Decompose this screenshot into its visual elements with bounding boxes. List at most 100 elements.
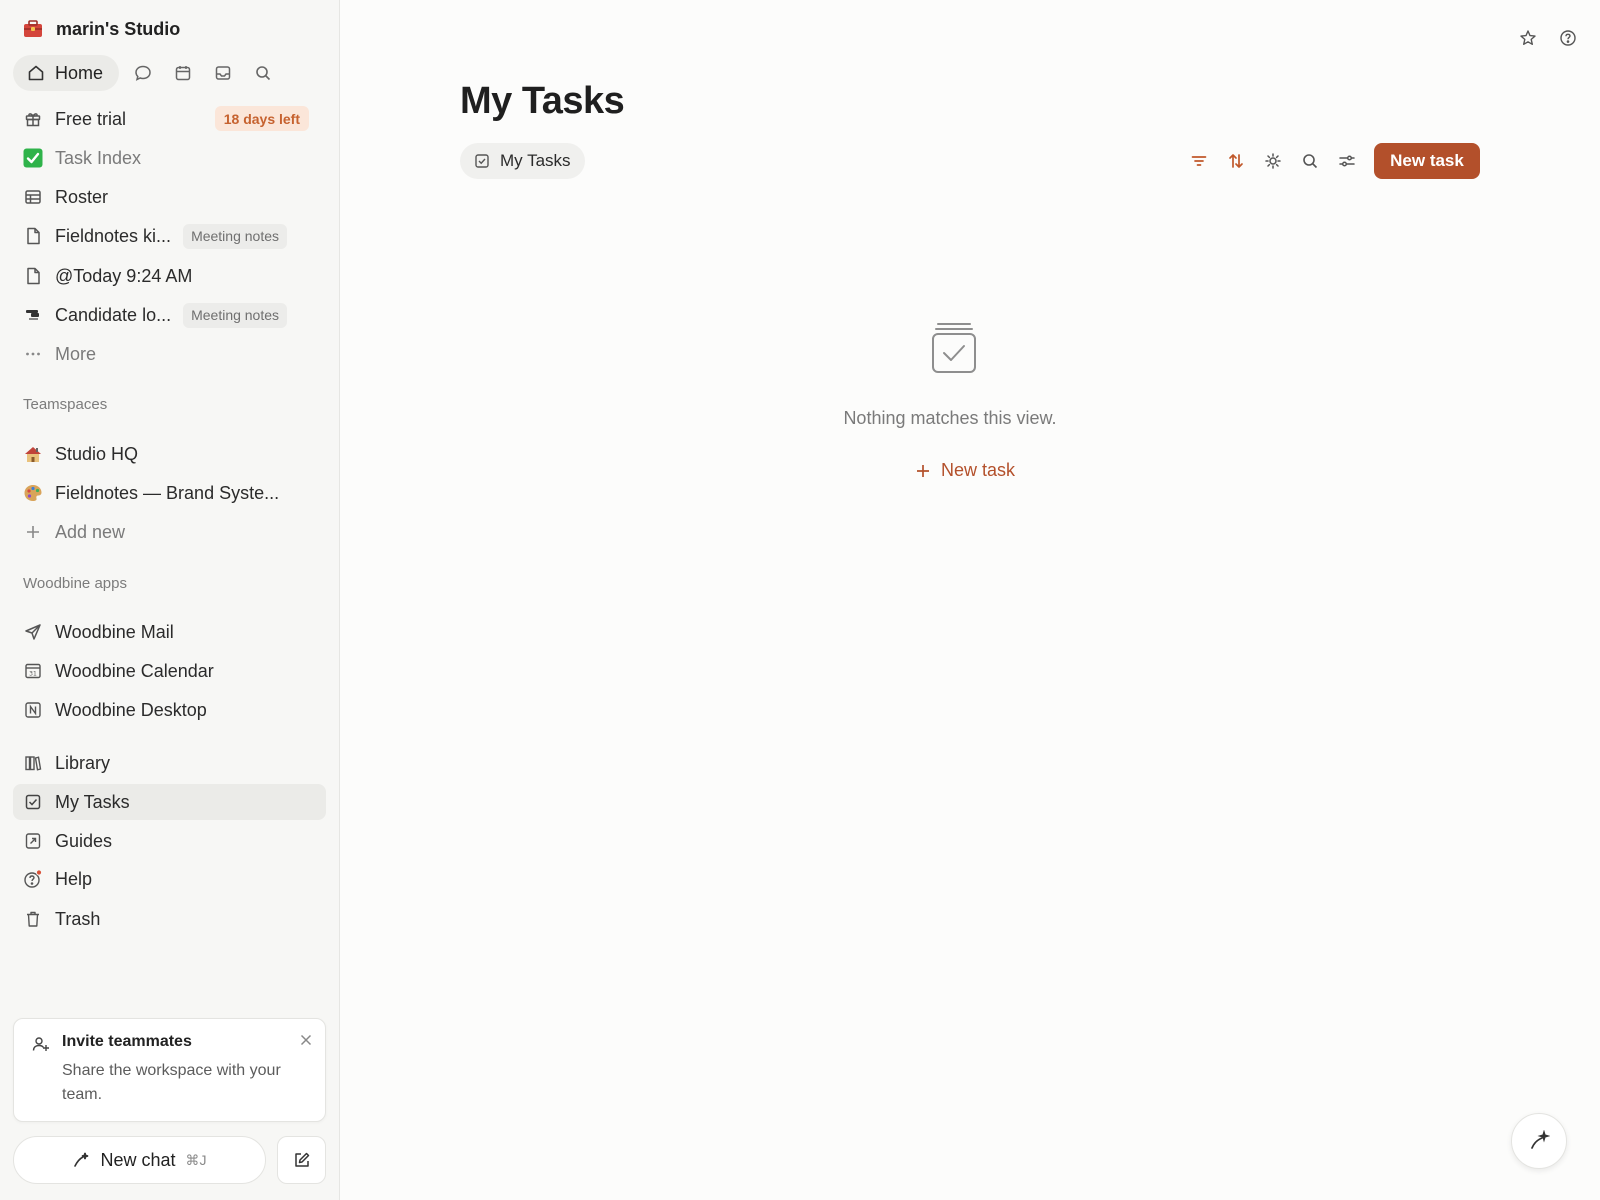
send-icon [23,622,43,642]
new-task-button[interactable]: New task [1374,143,1480,179]
home-button[interactable]: Home [13,55,120,91]
sidebar-item-label: Trash [55,908,101,929]
sidebar-item-woodbine-calendar[interactable]: 31 Woodbine Calendar [13,653,326,689]
search-icon[interactable] [1297,148,1323,174]
filter-icon[interactable] [1186,148,1212,174]
sidebar-item-label: Woodbine Mail [55,621,174,642]
calendar-icon[interactable] [167,57,199,89]
sidebar-item-label: Task Index [55,147,142,168]
woodbine-apps-heading: Woodbine apps [23,575,127,592]
inbox-icon[interactable] [207,57,239,89]
sidebar-item-guides[interactable]: Guides [13,823,326,859]
help-icon [23,869,43,889]
star-icon[interactable] [1514,24,1542,52]
page-title: My Tasks [460,80,625,122]
compose-icon [293,1151,311,1169]
ai-sparkle-icon [1528,1130,1550,1152]
close-icon[interactable] [299,1033,313,1047]
sidebar-item-label: Help [55,868,93,889]
view-tab-label: My Tasks [500,151,571,170]
search-icon[interactable] [247,57,279,89]
meeting-notes-tag: Meeting notes [183,302,288,328]
help-icon[interactable] [1554,24,1582,52]
sidebar-item-label: Candidate lo... [55,304,172,325]
page-icon [23,266,43,286]
library-icon [23,753,43,773]
sidebar-item-today-note[interactable]: @Today 9:24 AM [13,258,326,294]
sidebar-item-task-index[interactable]: Task Index [13,140,326,176]
sidebar-item-candidate-log[interactable]: Candidate lo... Meeting notes [13,297,326,333]
new-chat-shortcut: ⌘J [185,1151,207,1168]
ellipsis-icon [23,344,43,364]
home-label: Home [55,62,104,83]
home-icon [27,64,45,82]
sort-icon[interactable] [1223,148,1249,174]
sidebar-item-label: Studio HQ [55,443,139,464]
gift-icon [23,109,43,129]
compose-button[interactable] [277,1136,326,1184]
sidebar-item-more[interactable]: More [13,336,326,372]
palette-icon [23,483,43,503]
table-icon [23,187,43,207]
empty-state-new-task-label: New task [941,460,1016,480]
sidebar-item-woodbine-desktop[interactable]: Woodbine Desktop [13,692,326,728]
sidebar-item-roster[interactable]: Roster [13,179,326,215]
invite-description: Share the workspace with your team. [62,1062,281,1103]
guides-icon [23,831,43,851]
sidebar-item-label: Free trial [55,108,127,129]
sidebar-item-studio-hq[interactable]: Studio HQ [13,436,326,472]
svg-text:31: 31 [29,671,37,678]
checkbox-icon [23,792,43,812]
add-person-icon [32,1035,50,1053]
sidebar: marin's Studio Home Free trial 18 days l… [0,0,340,1200]
automation-icon[interactable] [1260,148,1286,174]
invite-title: Invite teammates [62,1033,192,1050]
workspace-name: marin's Studio [56,18,181,39]
ai-assistant-button[interactable] [1511,1113,1567,1169]
new-chat-label: New chat [100,1149,176,1170]
new-chat-button[interactable]: New chat ⌘J [13,1136,266,1184]
toolbox-icon [22,18,44,40]
view-tab-my-tasks[interactable]: My Tasks [460,143,585,179]
trial-days-badge: 18 days left [214,106,309,131]
sidebar-item-fieldnotes-brand[interactable]: Fieldnotes — Brand Syste... [13,475,326,511]
sidebar-item-library[interactable]: Library [13,745,326,781]
checkbox-icon [474,153,490,169]
house-icon [23,444,43,464]
sidebar-item-label: @Today 9:24 AM [55,265,193,286]
sidebar-item-woodbine-mail[interactable]: Woodbine Mail [13,614,326,650]
settings-sliders-icon[interactable] [1334,148,1360,174]
empty-state-message: Nothing matches this view. [843,408,1057,428]
chat-icon[interactable] [127,57,159,89]
green-check-icon [23,148,43,168]
sidebar-item-add-new[interactable]: Add new [13,514,326,550]
sidebar-item-label: Roster [55,186,109,207]
plus-icon [915,463,931,479]
page-icon [23,226,43,246]
calendar-icon: 31 [23,661,43,681]
sidebar-item-free-trial[interactable]: Free trial 18 days left [13,101,326,137]
sidebar-item-trash[interactable]: Trash [13,901,326,937]
stamp-icon [23,305,43,325]
sidebar-item-label: Guides [55,830,113,851]
sidebar-item-label: Library [55,752,111,773]
sidebar-item-label: My Tasks [55,791,130,812]
sidebar-item-my-tasks[interactable]: My Tasks [13,784,326,820]
plus-icon [23,522,43,542]
sidebar-item-label: Add new [55,521,126,542]
desktop-app-icon [23,700,43,720]
empty-tasks-icon [930,320,978,376]
empty-state-new-task[interactable]: New task [915,460,1015,481]
sidebar-item-label: Fieldnotes — Brand Syste... [55,482,280,503]
invite-teammates-card[interactable]: Invite teammates Share the workspace wit… [13,1018,326,1122]
sidebar-item-label: Woodbine Calendar [55,660,214,681]
ai-sparkle-icon [72,1151,90,1169]
top-nav: Home [13,55,279,91]
sidebar-item-label: Fieldnotes ki... [55,225,172,246]
workspace-switcher[interactable]: marin's Studio [22,18,180,40]
sidebar-item-label: More [55,343,97,364]
meeting-notes-tag: Meeting notes [183,223,288,249]
sidebar-item-label: Woodbine Desktop [55,699,207,720]
sidebar-item-fieldnotes-kickoff[interactable]: Fieldnotes ki... Meeting notes [13,218,326,254]
sidebar-item-help[interactable]: Help [13,861,326,897]
